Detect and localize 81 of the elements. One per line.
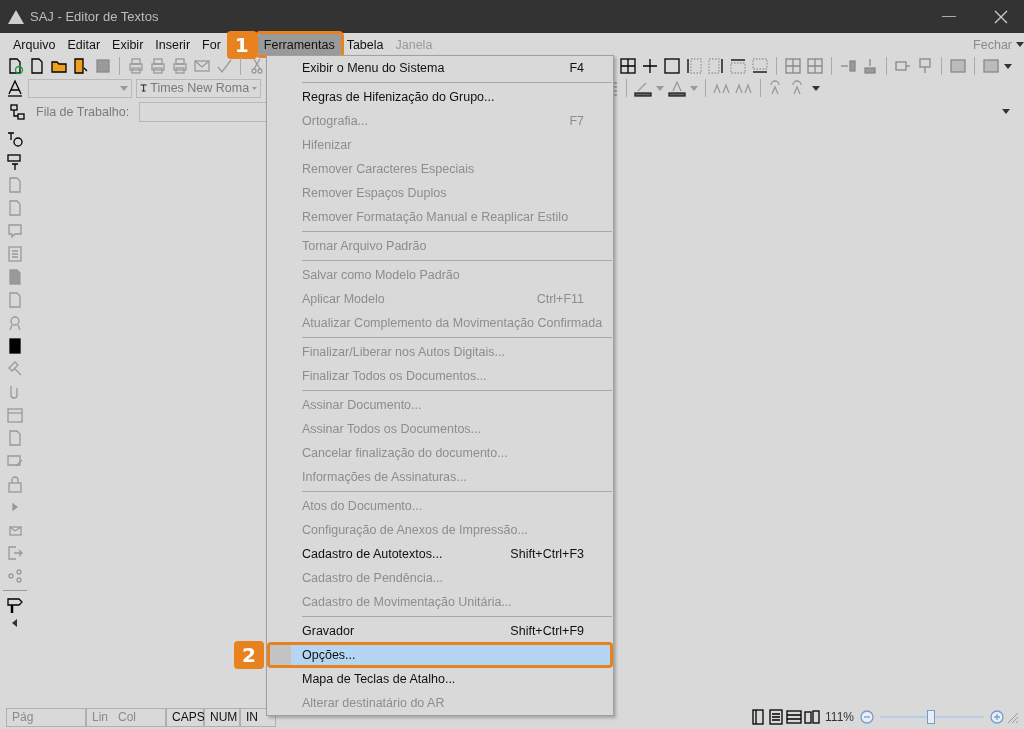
menu-option[interactable]: Mapa de Teclas de Atalho... [268,667,612,691]
minimize-icon [942,15,956,18]
caret-icon[interactable] [1016,42,1024,47]
printer-icon[interactable] [127,57,145,75]
document-icon[interactable] [6,199,24,217]
lock-icon[interactable] [6,475,24,493]
comment-icon[interactable] [6,222,24,240]
font-icon [140,82,148,94]
table-grid-icon[interactable] [619,57,637,75]
table-border-icon[interactable] [707,57,725,75]
gavel-icon[interactable] [6,360,24,378]
text-field-icon[interactable] [6,153,24,171]
scissors-icon[interactable] [248,57,266,75]
column-label: Col [118,710,137,724]
zoom-slider-thumb[interactable] [926,710,935,724]
two-pages-icon[interactable] [803,708,822,726]
table-shading-icon[interactable] [949,57,967,75]
menu-option[interactable]: Regras de Hifenização do Grupo... [268,85,612,109]
field-label: Fila de Trabalho: [36,104,130,119]
printer-icon[interactable] [171,57,189,75]
table-border-icon[interactable] [663,57,681,75]
menu-item[interactable]: Arquivo [7,34,62,55]
table-border-icon[interactable] [751,57,769,75]
caret-icon[interactable] [1004,63,1012,69]
menu-item[interactable]: Tabela [340,34,390,55]
blank-page-icon[interactable] [28,57,46,75]
page-indicator: Pág [6,707,86,727]
collapse-arrow-icon[interactable] [12,619,18,627]
document-icon[interactable] [6,291,24,309]
menu-item[interactable]: Exibir [106,34,150,55]
signpost-icon[interactable] [6,596,24,614]
printer-icon[interactable] [149,57,167,75]
menu-item[interactable]: Editar [61,34,107,55]
menu-option[interactable]: Gravador Shift+Ctrl+F9 [268,619,612,643]
document-icon[interactable] [6,176,24,194]
merge-cells-icon[interactable] [784,57,802,75]
close-menu-button[interactable]: Fechar [969,37,1016,52]
zoom-out-icon[interactable] [858,708,876,726]
key-indicator: NUM [204,707,240,727]
menu-option[interactable]: Cadastro de Autotextos... Shift+Ctrl+F3 [268,542,612,566]
split-cells-icon[interactable] [806,57,824,75]
callout-badge: 1 [226,30,257,59]
key-indicator: CAPS [166,707,204,727]
menu-item[interactable]: Inserir [149,34,197,55]
menu-item[interactable]: For [196,34,227,55]
line-label: Lin [92,710,108,724]
workflow-icon[interactable] [8,102,26,121]
menu-option[interactable]: Opções... [268,643,612,667]
spellcheck-icon[interactable] [215,57,233,75]
document-icon[interactable] [6,429,24,447]
share-icon[interactable] [6,567,24,585]
document-add-icon[interactable] [6,57,24,75]
close-icon [994,9,1008,24]
document-arrow-icon[interactable] [72,57,90,75]
font-color-icon[interactable] [668,79,686,97]
menu-option[interactable]: Exibir o Menu do Sistema F4 [268,56,612,80]
caret-icon[interactable] [1002,109,1010,114]
table-border-icon[interactable] [685,57,703,75]
menu-item[interactable]: Ferramentas [257,34,341,55]
exit-icon[interactable] [6,544,24,562]
font-name: Times New Roma [150,81,250,95]
callout-badge: 2 [234,641,264,669]
text-cursor-icon[interactable] [6,130,24,148]
list-icon[interactable] [6,245,24,263]
layout-view-icon[interactable] [785,708,804,726]
calendar-icon[interactable] [6,406,24,424]
zoom-level: 111% [825,710,854,724]
caret-icon[interactable] [812,85,820,91]
text-style-icon[interactable] [6,79,24,97]
window-title: SAJ - Editor de Textos [30,9,160,24]
logo-icon [8,9,24,24]
table-border-icon[interactable] [729,57,747,75]
page-icon[interactable] [6,268,24,286]
zoom-in-icon[interactable] [988,708,1006,726]
table-grid-icon[interactable] [641,57,659,75]
document-view-icon[interactable] [767,708,786,726]
envelope-icon[interactable] [193,57,211,75]
resize-grip-icon[interactable] [1006,711,1018,723]
insert-column-icon[interactable] [839,57,857,75]
font-combo[interactable]: Times New Roma [136,78,261,98]
insert-row-icon[interactable] [861,57,879,75]
